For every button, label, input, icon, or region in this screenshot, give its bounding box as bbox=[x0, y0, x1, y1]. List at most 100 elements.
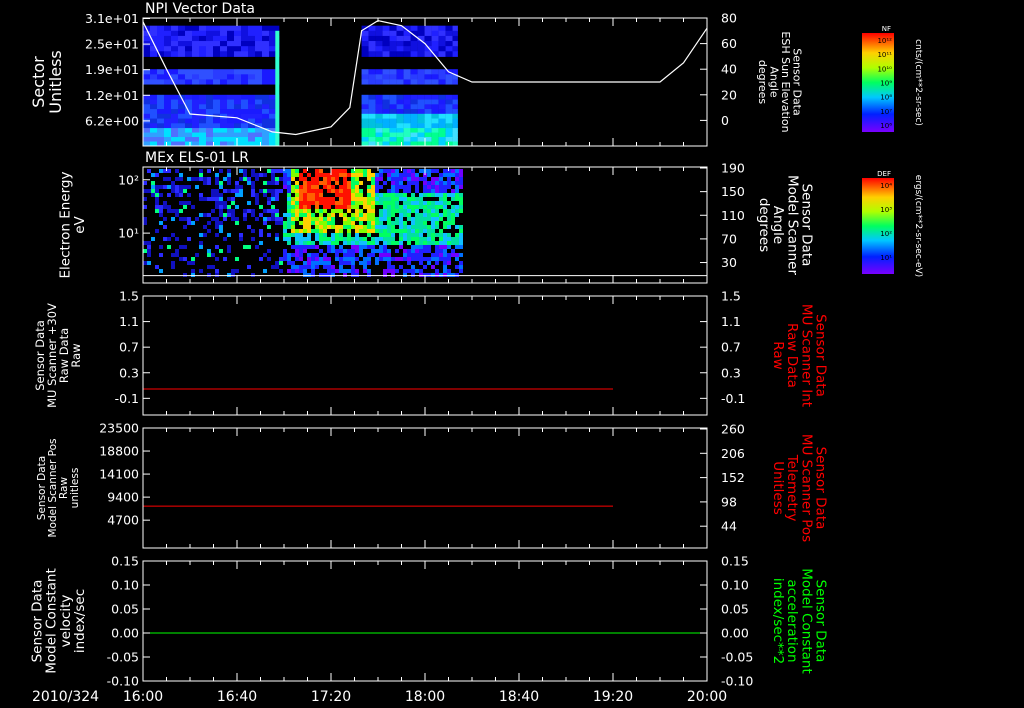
heatmap-cell bbox=[343, 193, 347, 197]
heatmap-cell bbox=[439, 201, 443, 205]
heatmap-cell bbox=[227, 46, 234, 52]
heatmap-cell bbox=[389, 25, 397, 32]
heatmap-cell bbox=[155, 229, 159, 233]
heatmap-cell bbox=[431, 58, 439, 65]
heatmap-cell bbox=[443, 273, 447, 277]
heatmap-cell bbox=[423, 221, 427, 225]
heatmap-cell bbox=[355, 193, 359, 197]
heatmap-cell bbox=[423, 241, 427, 245]
heatmap-cell bbox=[235, 193, 239, 197]
heatmap-cell bbox=[427, 213, 431, 217]
heatmap-cell bbox=[407, 237, 411, 241]
heatmap-cell bbox=[399, 233, 403, 237]
heatmap-cell bbox=[445, 128, 453, 134]
heatmap-cell bbox=[403, 201, 407, 205]
heatmap-cell bbox=[199, 35, 206, 42]
heatmap-cell bbox=[383, 249, 387, 253]
heatmap-cell bbox=[295, 181, 299, 185]
heatmap-cell bbox=[179, 257, 183, 261]
heatmap-cell bbox=[183, 201, 187, 205]
heatmap-cell bbox=[291, 221, 295, 225]
heatmap-cell bbox=[411, 197, 415, 201]
heatmap-cell bbox=[447, 201, 451, 205]
heatmap-cell bbox=[423, 237, 427, 241]
heatmap-cell bbox=[403, 229, 407, 233]
heatmap-cell bbox=[417, 132, 425, 138]
heatmap-cell bbox=[455, 273, 459, 277]
heatmap-cell bbox=[371, 213, 375, 217]
heatmap-cell bbox=[187, 177, 191, 181]
heatmap-cell bbox=[396, 74, 404, 80]
heatmap-cell bbox=[220, 94, 227, 101]
heatmap-cell bbox=[455, 225, 459, 229]
heatmap-cell bbox=[206, 118, 213, 124]
heatmap-cell bbox=[303, 189, 307, 193]
heatmap-cell bbox=[199, 128, 206, 134]
heatmap-cell bbox=[431, 79, 439, 86]
heatmap-cell bbox=[451, 237, 455, 241]
heatmap-cell bbox=[411, 205, 415, 209]
heatmap-cell bbox=[199, 74, 206, 80]
heatmap-cell bbox=[383, 241, 387, 245]
heatmap-cell bbox=[343, 225, 347, 229]
heatmap-cell bbox=[271, 173, 275, 177]
heatmap-cell bbox=[331, 233, 335, 237]
heatmap-cell bbox=[223, 189, 227, 193]
heatmap-cell bbox=[206, 74, 213, 80]
heatmap-cell bbox=[192, 51, 199, 57]
heatmap-cell bbox=[171, 41, 178, 47]
heatmap-cell bbox=[192, 25, 199, 32]
heatmap-cell bbox=[419, 225, 423, 229]
y-axis-title-line: eV bbox=[72, 215, 88, 233]
heatmap-cell bbox=[367, 221, 371, 225]
heatmap-cell bbox=[361, 74, 369, 80]
heatmap-cell bbox=[435, 181, 439, 185]
heatmap-cell bbox=[438, 94, 446, 101]
heatmap-cell bbox=[391, 205, 395, 209]
heatmap-cell bbox=[387, 217, 391, 221]
heatmap-cell bbox=[403, 41, 411, 47]
panel-frame bbox=[142, 427, 708, 549]
heatmap-cell bbox=[343, 249, 347, 253]
heatmap-cell bbox=[213, 41, 220, 47]
heatmap-cell bbox=[269, 35, 276, 42]
heatmap-cell bbox=[375, 177, 379, 181]
heatmap-cell bbox=[451, 213, 455, 217]
heatmap-cell bbox=[241, 79, 248, 86]
heatmap-cell bbox=[227, 137, 234, 143]
heatmap-cell bbox=[315, 217, 319, 221]
heatmap-cell bbox=[387, 169, 391, 173]
heatmap-cell bbox=[403, 213, 407, 217]
heatmap-cell bbox=[164, 118, 171, 124]
heatmap-cell bbox=[451, 221, 455, 225]
y-tick-label: 1.9e+01 bbox=[85, 62, 139, 77]
heatmap-cell bbox=[179, 173, 183, 177]
heatmap-cell bbox=[327, 269, 331, 273]
heatmap-cell bbox=[403, 58, 411, 65]
heatmap-cell bbox=[435, 269, 439, 273]
heatmap-cell bbox=[343, 201, 347, 205]
heatmap-cell bbox=[367, 193, 371, 197]
heatmap-cell bbox=[361, 30, 369, 37]
heatmap-cell bbox=[291, 269, 295, 273]
heatmap-cell bbox=[283, 257, 287, 261]
heatmap-cell bbox=[171, 89, 178, 96]
heatmap-cell bbox=[241, 94, 248, 101]
heatmap-cell bbox=[143, 109, 150, 115]
heatmap-cell bbox=[315, 229, 319, 233]
heatmap-cell bbox=[271, 217, 275, 221]
heatmap-cell bbox=[391, 269, 395, 273]
heatmap-cell bbox=[331, 185, 335, 189]
heatmap-cell bbox=[227, 74, 234, 80]
heatmap-cell bbox=[403, 109, 411, 115]
heatmap-cell bbox=[411, 181, 415, 185]
heatmap-cell bbox=[183, 205, 187, 209]
heatmap-cell bbox=[199, 94, 206, 101]
heatmap-cell bbox=[199, 89, 206, 96]
heatmap-cell bbox=[213, 64, 220, 70]
right-axis-title: Sensor DataModel Constantaccelerationind… bbox=[770, 568, 829, 674]
heatmap-cell bbox=[347, 261, 351, 265]
heatmap-cell bbox=[427, 237, 431, 241]
heatmap-cell bbox=[213, 109, 220, 115]
heatmap-cell bbox=[227, 181, 231, 185]
